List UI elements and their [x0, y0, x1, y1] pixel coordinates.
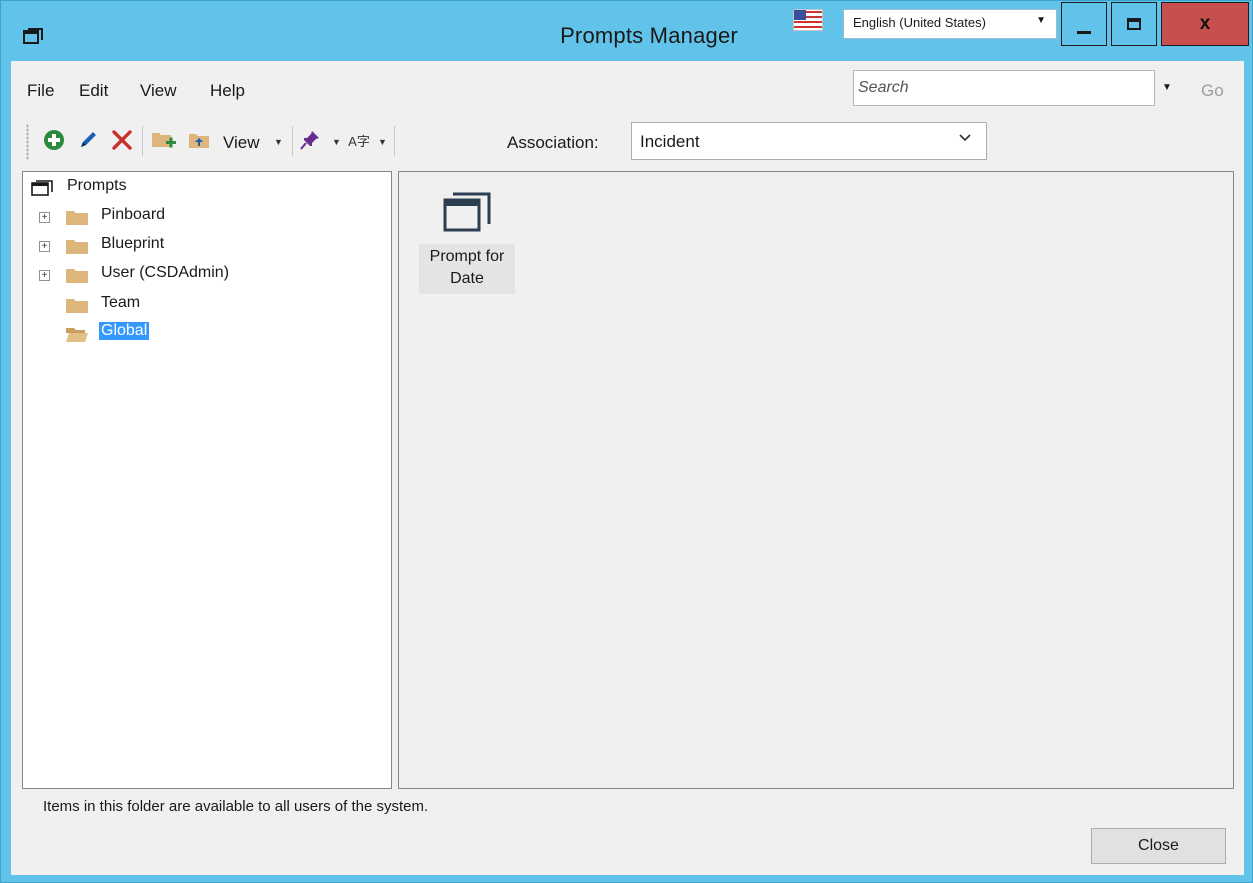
association-value: Incident — [640, 132, 700, 151]
tree-item-label: Pinboard — [101, 206, 166, 223]
language-selector-value: English (United States) — [853, 15, 986, 30]
tree-item-pinboard[interactable]: + Pinboard — [23, 204, 383, 230]
toolbar: View ▼ ▼ A字 ▼ Association: Incident — [11, 116, 1244, 164]
pin-icon[interactable] — [297, 127, 323, 153]
menu-file[interactable]: File — [27, 81, 54, 101]
window-close-label: x — [1199, 13, 1211, 34]
folder-icon — [66, 238, 88, 254]
tree-item-label: Team — [101, 294, 141, 311]
tree-item-label: User (CSDAdmin) — [101, 264, 230, 281]
search-dropdown-icon[interactable]: ▼ — [1162, 82, 1172, 93]
tree-item-user[interactable]: + User (CSDAdmin) — [23, 262, 383, 288]
tree-item-team[interactable]: Team — [23, 292, 383, 318]
search-placeholder: Search — [858, 79, 909, 96]
translate-chevron-down-icon[interactable]: ▼ — [378, 137, 387, 147]
title-bar[interactable]: Prompts Manager English (United States) … — [1, 1, 1253, 61]
expand-icon[interactable]: + — [39, 270, 50, 281]
prompt-item-label: Prompt for Date — [419, 244, 515, 294]
new-folder-icon[interactable] — [151, 127, 177, 153]
window-close-button[interactable]: x — [1161, 2, 1249, 46]
menu-edit[interactable]: Edit — [79, 81, 108, 101]
tree-item-label: Blueprint — [101, 235, 165, 252]
tree-item-global[interactable]: Global — [23, 321, 383, 347]
prompts-root-icon — [31, 180, 53, 201]
close-button[interactable]: Close — [1091, 828, 1226, 864]
prompt-item-label-line1: Prompt for — [429, 248, 505, 265]
client-area: File Edit View Help Search ▼ Go View ▼ ▼… — [11, 61, 1244, 875]
chevron-down-icon — [958, 129, 972, 149]
menu-view[interactable]: View — [140, 81, 177, 101]
folder-description: Items in this folder are available to al… — [43, 798, 429, 815]
tree-item-blueprint[interactable]: + Blueprint — [23, 233, 383, 259]
association-select[interactable]: Incident — [631, 122, 987, 160]
folder-icon — [66, 209, 88, 225]
language-selector[interactable]: English (United States) ▼ — [843, 9, 1057, 39]
menu-help[interactable]: Help — [210, 81, 245, 101]
go-button[interactable]: Go — [1201, 81, 1224, 101]
add-icon[interactable] — [41, 127, 67, 153]
toolbar-grip[interactable] — [26, 124, 29, 160]
toolbar-separator — [142, 126, 143, 156]
open-folder-icon — [66, 326, 88, 342]
toolbar-separator — [292, 126, 293, 156]
minimize-button[interactable] — [1061, 2, 1107, 46]
edit-pencil-icon[interactable] — [75, 127, 101, 153]
pin-chevron-down-icon[interactable]: ▼ — [332, 137, 341, 147]
maximize-button[interactable] — [1111, 2, 1157, 46]
folder-icon — [66, 297, 88, 313]
chevron-down-icon: ▼ — [1036, 15, 1046, 26]
prompts-manager-window: Prompts Manager English (United States) … — [0, 0, 1253, 883]
folder-tree[interactable]: Prompts + Pinboard + Blueprint + User (C… — [22, 171, 392, 789]
expand-icon[interactable]: + — [39, 212, 50, 223]
tree-item-label-selected: Global — [99, 322, 150, 340]
us-flag-icon — [792, 8, 824, 32]
translate-icon[interactable]: A字 — [346, 127, 372, 153]
maximize-icon — [1127, 18, 1141, 30]
prompt-item[interactable]: Prompt for Date — [419, 184, 515, 294]
expand-icon[interactable]: + — [39, 241, 50, 252]
menu-bar: File Edit View Help Search ▼ Go — [11, 61, 1244, 113]
view-chevron-down-icon[interactable]: ▼ — [274, 137, 283, 147]
folder-icon — [66, 267, 88, 283]
close-button-label: Close — [1138, 837, 1179, 854]
prompts-list-pane[interactable]: Prompt for Date — [398, 171, 1234, 789]
association-label: Association: — [507, 133, 599, 152]
search-input[interactable]: Search — [853, 70, 1155, 106]
view-dropdown[interactable]: View — [223, 133, 260, 153]
move-folder-icon[interactable] — [187, 127, 213, 153]
tree-root-label: Prompts — [67, 177, 127, 194]
toolbar-separator — [394, 126, 395, 156]
delete-x-icon[interactable] — [109, 127, 135, 153]
minimize-icon — [1077, 30, 1091, 34]
prompt-item-label-line2: Date — [450, 270, 484, 287]
prompt-window-icon — [442, 190, 492, 238]
